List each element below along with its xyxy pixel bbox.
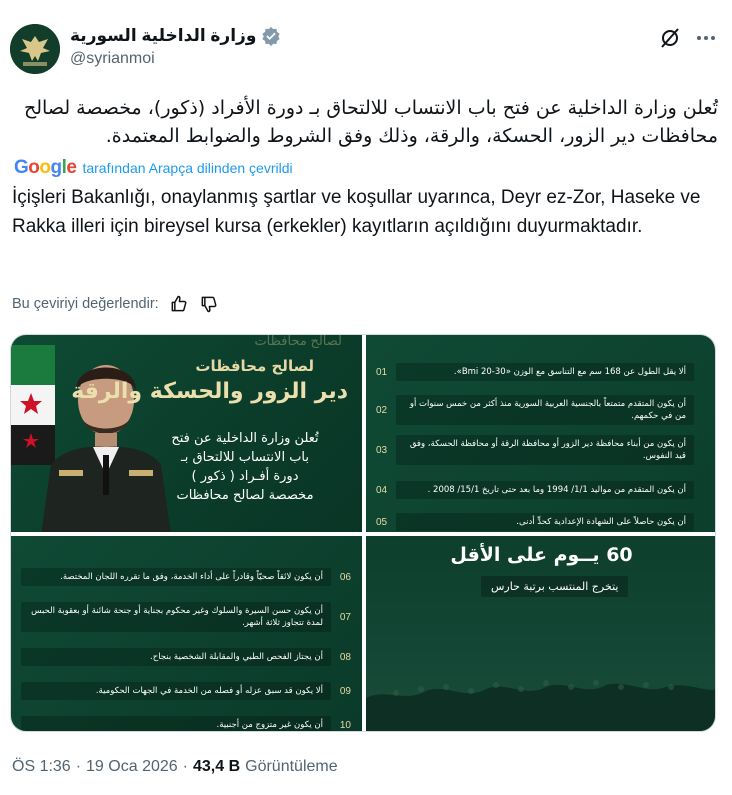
media-image-1[interactable]: لصالح محافظات لصالح محافظات دير الزور وا…: [11, 335, 362, 532]
requirement-item: ألا يكون قد سبق عزله أو فصله من الخدمة ف…: [21, 682, 351, 700]
separator: ·: [75, 758, 82, 775]
requirement-number: 05: [376, 516, 388, 528]
rate-translation-label: Bu çeviriyi değerlendir:: [12, 296, 159, 312]
requirement-item: أن يكون غير متزوج من أجنبية. 10: [21, 716, 351, 731]
duration-title: 60 يــوم على الأقل: [450, 544, 633, 566]
more-options-icon[interactable]: [694, 26, 718, 50]
tweet-translation: İçişleri Bakanlığı, onaylanmış şartlar v…: [12, 187, 701, 237]
requirement-item: 04 أن يكون المتقدم من مواليد 1/1/ 1994 و…: [376, 481, 706, 499]
requirement-text: أن يكون من أبناء محافظة دير الزور أو محا…: [396, 435, 694, 465]
requirement-item: أن يكون لائقاً صحيّاً وقادراً على أداء ا…: [21, 568, 351, 586]
media-grid: لصالح محافظات لصالح محافظات دير الزور وا…: [10, 334, 716, 732]
requirement-text: أن يكون المتقدم متمتعاً بالجنسية العربية…: [396, 395, 694, 425]
media-image-4[interactable]: 60 يــوم على الأقل يتخرج المنتسب برتبة ح…: [366, 536, 715, 731]
google-logo: Google: [14, 157, 77, 178]
requirement-number: 07: [339, 611, 351, 623]
avatar[interactable]: [10, 24, 60, 74]
user-handle[interactable]: @syrianmoi: [70, 50, 155, 68]
requirement-number: 08: [339, 651, 351, 663]
rate-translation: Bu çeviriyi değerlendir:: [12, 294, 219, 314]
views-label: Görüntüleme: [245, 758, 338, 775]
thumbs-up-icon[interactable]: [169, 294, 189, 314]
tile1-cities-title: دير الزور والحسكة والرقة: [71, 379, 348, 404]
views-count: 43,4 B: [192, 758, 241, 775]
thumbs-down-icon[interactable]: [199, 294, 219, 314]
requirement-number: 03: [376, 444, 388, 456]
tile1-announcement: تُعلن وزارة الداخلية عن فتح باب الانتساب…: [171, 431, 319, 503]
requirement-item: أن يجتاز الفحص الطبي والمقابلة الشخصية ب…: [21, 648, 351, 666]
requirements-list-bottom: أن يكون لائقاً صحيّاً وقادراً على أداء ا…: [11, 536, 362, 731]
requirement-text: ألا يقل الطول عن 168 سم مع التناسق مع ال…: [396, 363, 694, 381]
requirement-text: أن يكون حاصلاً على الشهادة الإعدادية كحد…: [396, 513, 694, 531]
requirement-number: 06: [339, 571, 351, 583]
requirement-item: 01 ألا يقل الطول عن 168 سم مع التناسق مع…: [376, 363, 706, 381]
requirement-number: 02: [376, 404, 388, 416]
tweet-header: وزارة الداخلية السورية @syrianmoi: [0, 0, 732, 90]
eagle-emblem-icon: [10, 24, 60, 74]
soldier-portrait-icon: [41, 365, 171, 532]
marching-crowd-icon: [366, 680, 715, 731]
requirement-text: ألا يكون قد سبق عزله أو فصله من الخدمة ف…: [21, 682, 331, 700]
requirement-number: 09: [339, 685, 351, 697]
requirement-text: أن يجتاز الفحص الطبي والمقابلة الشخصية ب…: [21, 648, 331, 666]
requirement-text: أن يكون المتقدم من مواليد 1/1/ 1994 وما …: [396, 481, 694, 499]
separator: ·: [182, 758, 188, 775]
requirement-text: أن يكون لائقاً صحيّاً وقادراً على أداء ا…: [21, 568, 331, 586]
name-row: وزارة الداخلية السورية: [70, 26, 281, 46]
translation-attribution: Google tarafından Arapça dilinden çevril…: [14, 157, 293, 179]
translated-by-link[interactable]: tarafından Arapça dilinden çevrildi: [82, 160, 292, 176]
verified-badge-icon: [262, 26, 281, 46]
tweet-meta: ÖS 1:36 · 19 Oca 2026 · 43,4 B Görüntüle…: [12, 758, 338, 776]
graduation-rank: يتخرج المنتسب برتبة حارس: [481, 576, 629, 597]
requirement-item: أن يكون حسن السيرة والسلوك وغير محكوم بج…: [21, 602, 351, 632]
requirement-item: 05 أن يكون حاصلاً على الشهادة الإعدادية …: [376, 513, 706, 531]
tile1-governorates-label: لصالح محافظات: [195, 357, 314, 375]
tweet-original-text: تُعلن وزارة الداخلية عن فتح باب الانتساب…: [24, 97, 718, 147]
requirement-number: 04: [376, 484, 388, 496]
tweet-time[interactable]: ÖS 1:36: [12, 758, 71, 776]
requirement-text: أن يكون حسن السيرة والسلوك وغير محكوم بج…: [21, 602, 331, 632]
requirement-text: أن يكون غير متزوج من أجنبية.: [21, 716, 331, 731]
media-image-3[interactable]: أن يكون لائقاً صحيّاً وقادراً على أداء ا…: [11, 536, 362, 731]
tile1-top-text: لصالح محافظات: [254, 335, 342, 348]
requirement-item: 03 أن يكون من أبناء محافظة دير الزور أو …: [376, 435, 706, 465]
requirement-number: 10: [339, 719, 351, 731]
media-image-2[interactable]: 01 ألا يقل الطول عن 168 سم مع التناسق مع…: [366, 335, 715, 532]
requirement-number: 01: [376, 366, 388, 378]
requirement-item: 02 أن يكون المتقدم متمتعاً بالجنسية العر…: [376, 395, 706, 425]
display-name[interactable]: وزارة الداخلية السورية: [70, 26, 256, 46]
grok-icon[interactable]: [658, 26, 682, 50]
requirements-list-top: 01 ألا يقل الطول عن 168 سم مع التناسق مع…: [366, 335, 715, 532]
tweet-date[interactable]: 19 Oca 2026: [86, 758, 178, 776]
